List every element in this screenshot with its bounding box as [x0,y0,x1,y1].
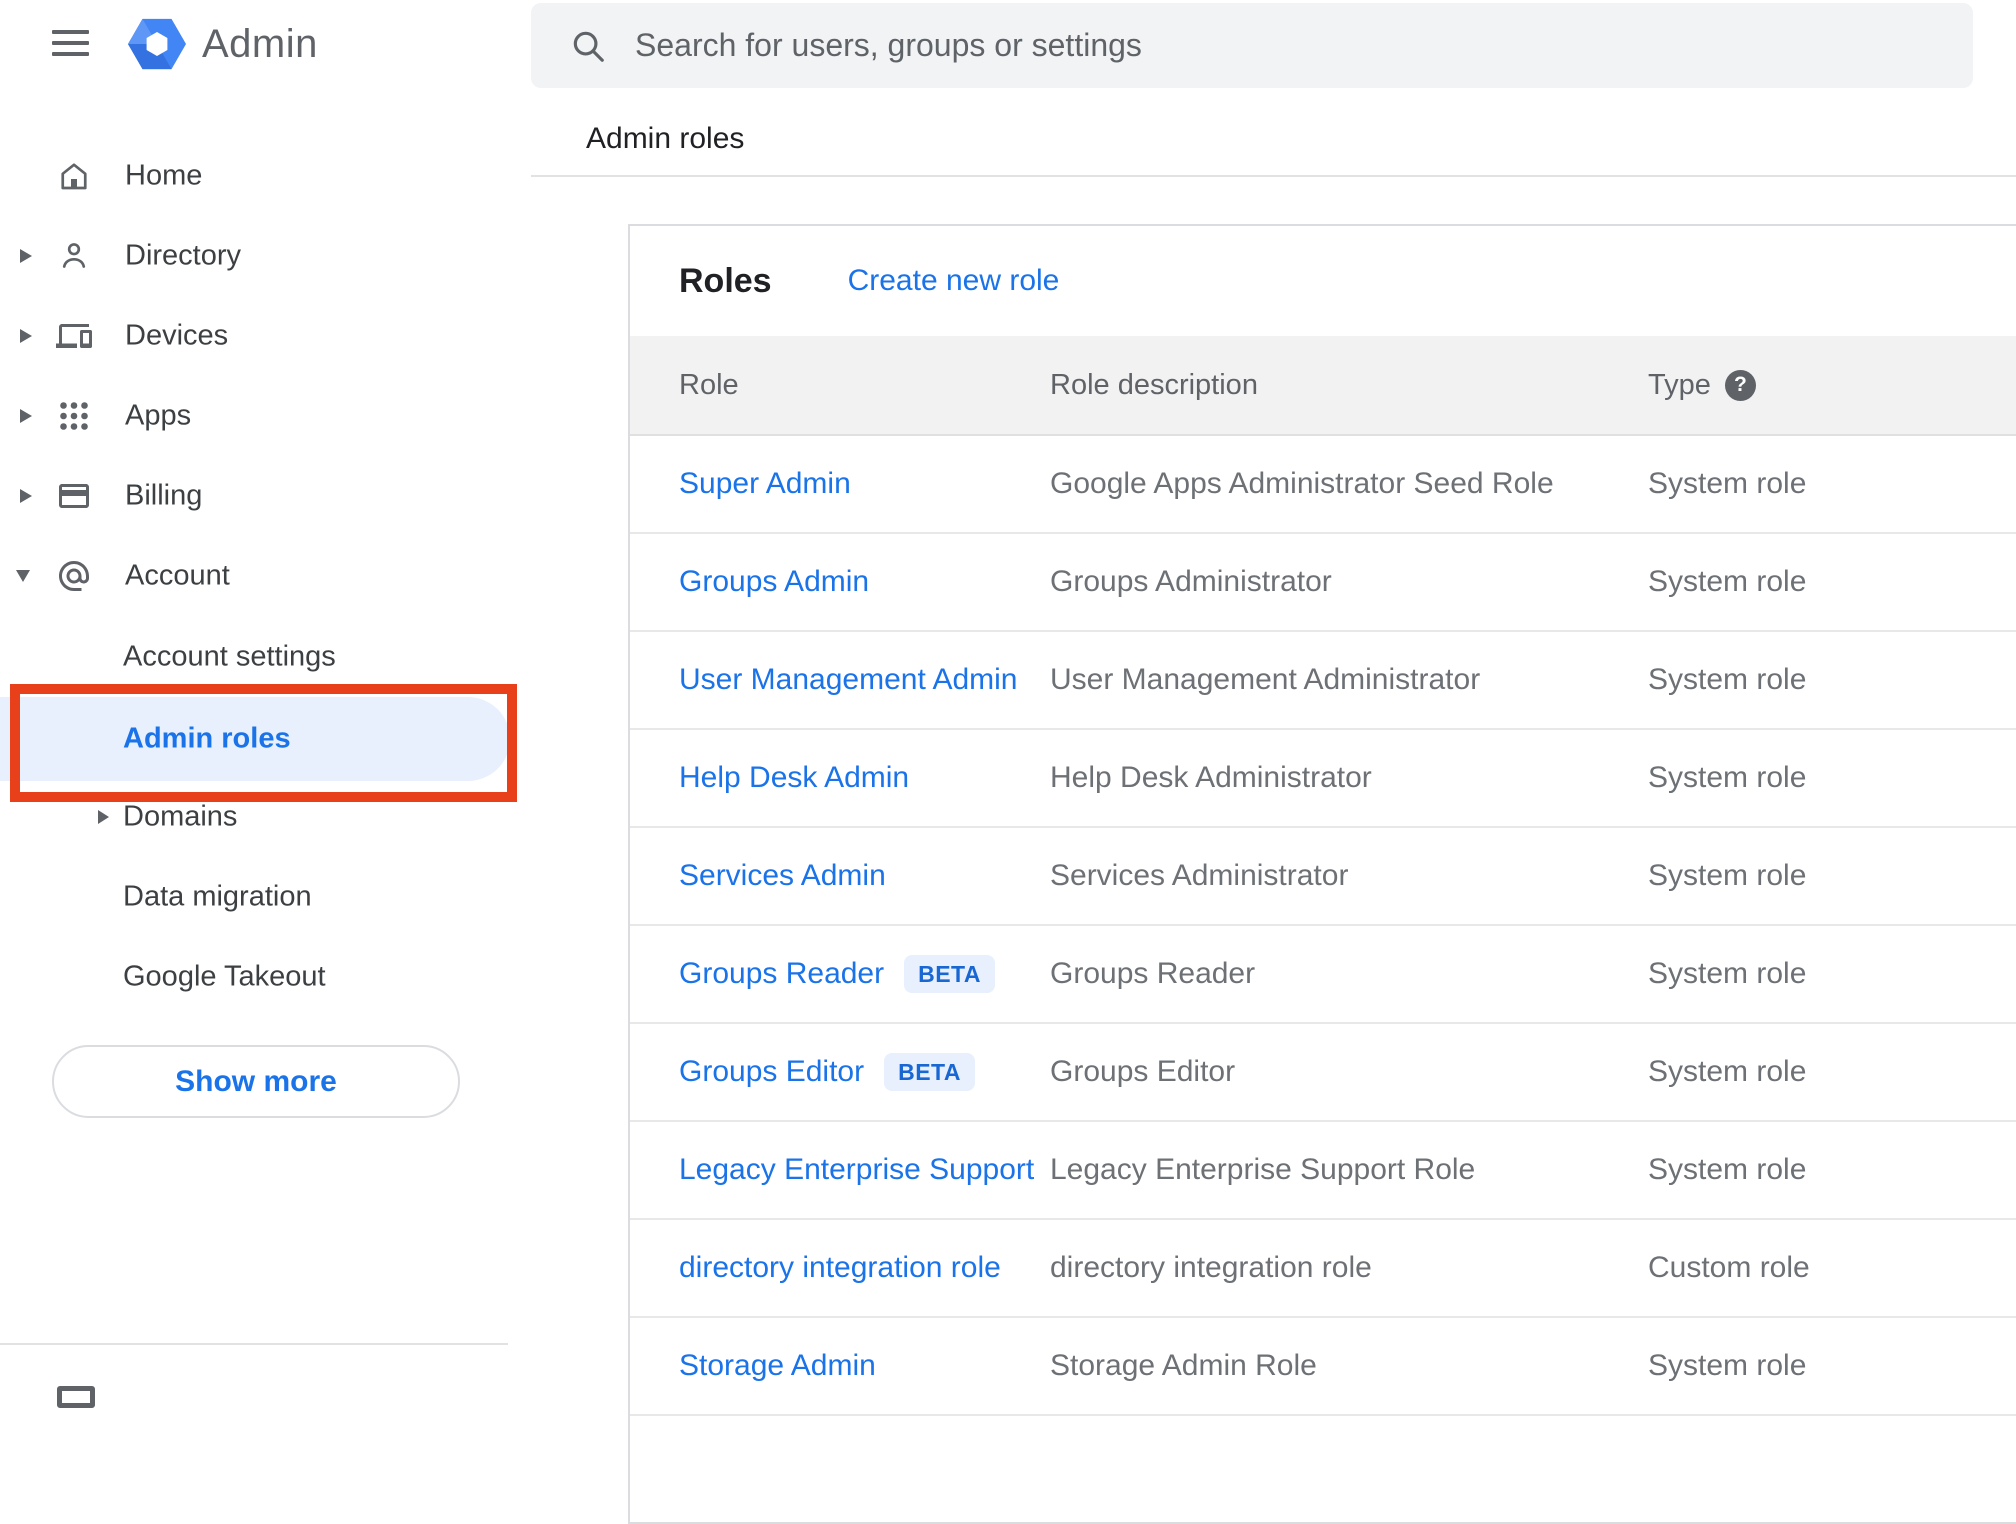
search-icon [573,31,604,62]
role-type: Custom role [1648,1251,1810,1284]
help-icon[interactable]: ? [1724,369,1756,401]
role-type: System role [1648,565,1807,598]
role-description: Groups Administrator [1050,565,1332,598]
role-type: System role [1648,467,1807,500]
sidebar-item-label: Directory [125,239,242,272]
role-type: System role [1648,859,1807,892]
role-type: System role [1648,1153,1807,1186]
table-row: Services Admin Services Administrator Sy… [630,828,2016,926]
expand-arrow-icon[interactable] [20,329,32,343]
sidebar-item-account-settings[interactable]: Account settings [0,617,510,697]
table-row: Help Desk Admin Help Desk Administrator … [630,730,2016,828]
table-row: Groups Editor BETA Groups Editor System … [630,1024,2016,1122]
role-type: System role [1648,663,1807,696]
role-description: Services Administrator [1050,859,1349,892]
home-icon [56,158,92,194]
role-description: Legacy Enterprise Support Role [1050,1153,1476,1186]
card-header: Roles Create new role [630,226,2016,336]
column-header-type: Type ? [1648,369,2016,402]
role-link[interactable]: Services Admin [679,859,886,893]
role-link[interactable]: Super Admin [679,467,851,501]
role-link[interactable]: Groups Admin [679,565,869,599]
beta-badge: BETA [904,955,996,993]
sidebar-divider [0,1343,508,1345]
role-link[interactable]: User Management Admin [679,663,1018,697]
role-link[interactable]: Storage Admin [679,1349,876,1383]
search-bar[interactable] [531,3,1973,88]
expand-arrow-icon[interactable] [20,409,32,423]
sidebar-item-label: Billing [125,479,203,512]
expand-arrow-icon[interactable] [20,489,32,503]
show-more-button[interactable]: Show more [52,1045,460,1118]
role-link[interactable]: Groups Reader [679,957,884,991]
sidebar-item-label: Account settings [123,640,336,673]
role-description: Storage Admin Role [1050,1349,1317,1382]
sidebar-item-billing[interactable]: Billing [0,456,531,536]
role-description: directory integration role [1050,1251,1372,1284]
admin-logo-icon [128,18,186,70]
person-icon [56,238,92,274]
header-divider [531,175,2016,177]
role-link[interactable]: Groups Editor [679,1055,864,1089]
role-description: Groups Editor [1050,1055,1236,1088]
sidebar-item-directory[interactable]: Directory [0,216,531,296]
role-type: System role [1648,957,1807,990]
sidebar-item-label: Data migration [123,880,312,913]
sidebar-item-domains[interactable]: Domains [0,777,510,857]
role-link[interactable]: Help Desk Admin [679,761,909,795]
sidebar-item-label: Domains [123,800,238,833]
expand-arrow-icon[interactable] [98,810,109,824]
role-description: Help Desk Administrator [1050,761,1372,794]
role-type: System role [1648,1349,1807,1382]
sidebar-item-apps[interactable]: Apps [0,376,531,456]
sidebar-item-label: Apps [125,399,192,432]
column-header-description: Role description [1050,368,1258,401]
apps-grid-icon [56,398,92,434]
sidebar-item-devices[interactable]: Devices [0,296,531,376]
breadcrumb: Admin roles [586,122,745,155]
menu-icon[interactable] [52,30,89,56]
role-type: System role [1648,1055,1807,1088]
beta-badge: BETA [884,1053,975,1091]
table-row: Legacy Enterprise Support Legacy Enterpr… [630,1122,2016,1220]
at-sign-icon [56,558,92,594]
collapse-arrow-icon[interactable] [16,570,30,582]
sidebar-item-data-migration[interactable]: Data migration [0,857,510,937]
table-header-row: Role Role description Type ? [630,336,2016,436]
sidebar-item-label: Google Takeout [123,960,326,993]
app-title: Admin [202,22,318,66]
column-header-role: Role [679,368,739,401]
devices-icon [56,318,92,354]
sidebar: Admin Home Directory Devices Apps Billin… [0,0,531,1408]
search-input[interactable] [635,27,1943,64]
clipped-menu-icon [57,1386,95,1408]
sidebar-item-label: Admin roles [123,722,291,755]
expand-arrow-icon[interactable] [20,249,32,263]
table-row: User Management Admin User Management Ad… [630,632,2016,730]
table-row: directory integration role directory int… [630,1220,2016,1318]
role-link[interactable]: Legacy Enterprise Support [679,1153,1034,1187]
roles-card: Roles Create new role Role Role descript… [628,224,2016,1524]
table-row: Storage Admin Storage Admin Role System … [630,1318,2016,1416]
table-row: Super Admin Google Apps Administrator Se… [630,436,2016,534]
table-row: Groups Reader BETA Groups Reader System … [630,926,2016,1024]
role-description: User Management Administrator [1050,663,1481,696]
create-new-role-link[interactable]: Create new role [848,264,1060,298]
sidebar-item-label: Account [125,559,230,592]
role-description: Google Apps Administrator Seed Role [1050,467,1554,500]
role-link[interactable]: directory integration role [679,1251,1001,1285]
sidebar-item-label: Home [125,159,203,192]
sidebar-item-admin-roles[interactable]: Admin roles [0,697,510,781]
sidebar-item-account[interactable]: Account [0,536,531,616]
role-type: System role [1648,761,1807,794]
table-row: Groups Admin Groups Administrator System… [630,534,2016,632]
sidebar-item-home[interactable]: Home [0,136,531,216]
sidebar-item-label: Devices [125,319,229,352]
credit-card-icon [56,478,92,514]
sidebar-item-google-takeout[interactable]: Google Takeout [0,937,510,1017]
card-title: Roles [679,261,772,300]
role-description: Groups Reader [1050,957,1256,990]
